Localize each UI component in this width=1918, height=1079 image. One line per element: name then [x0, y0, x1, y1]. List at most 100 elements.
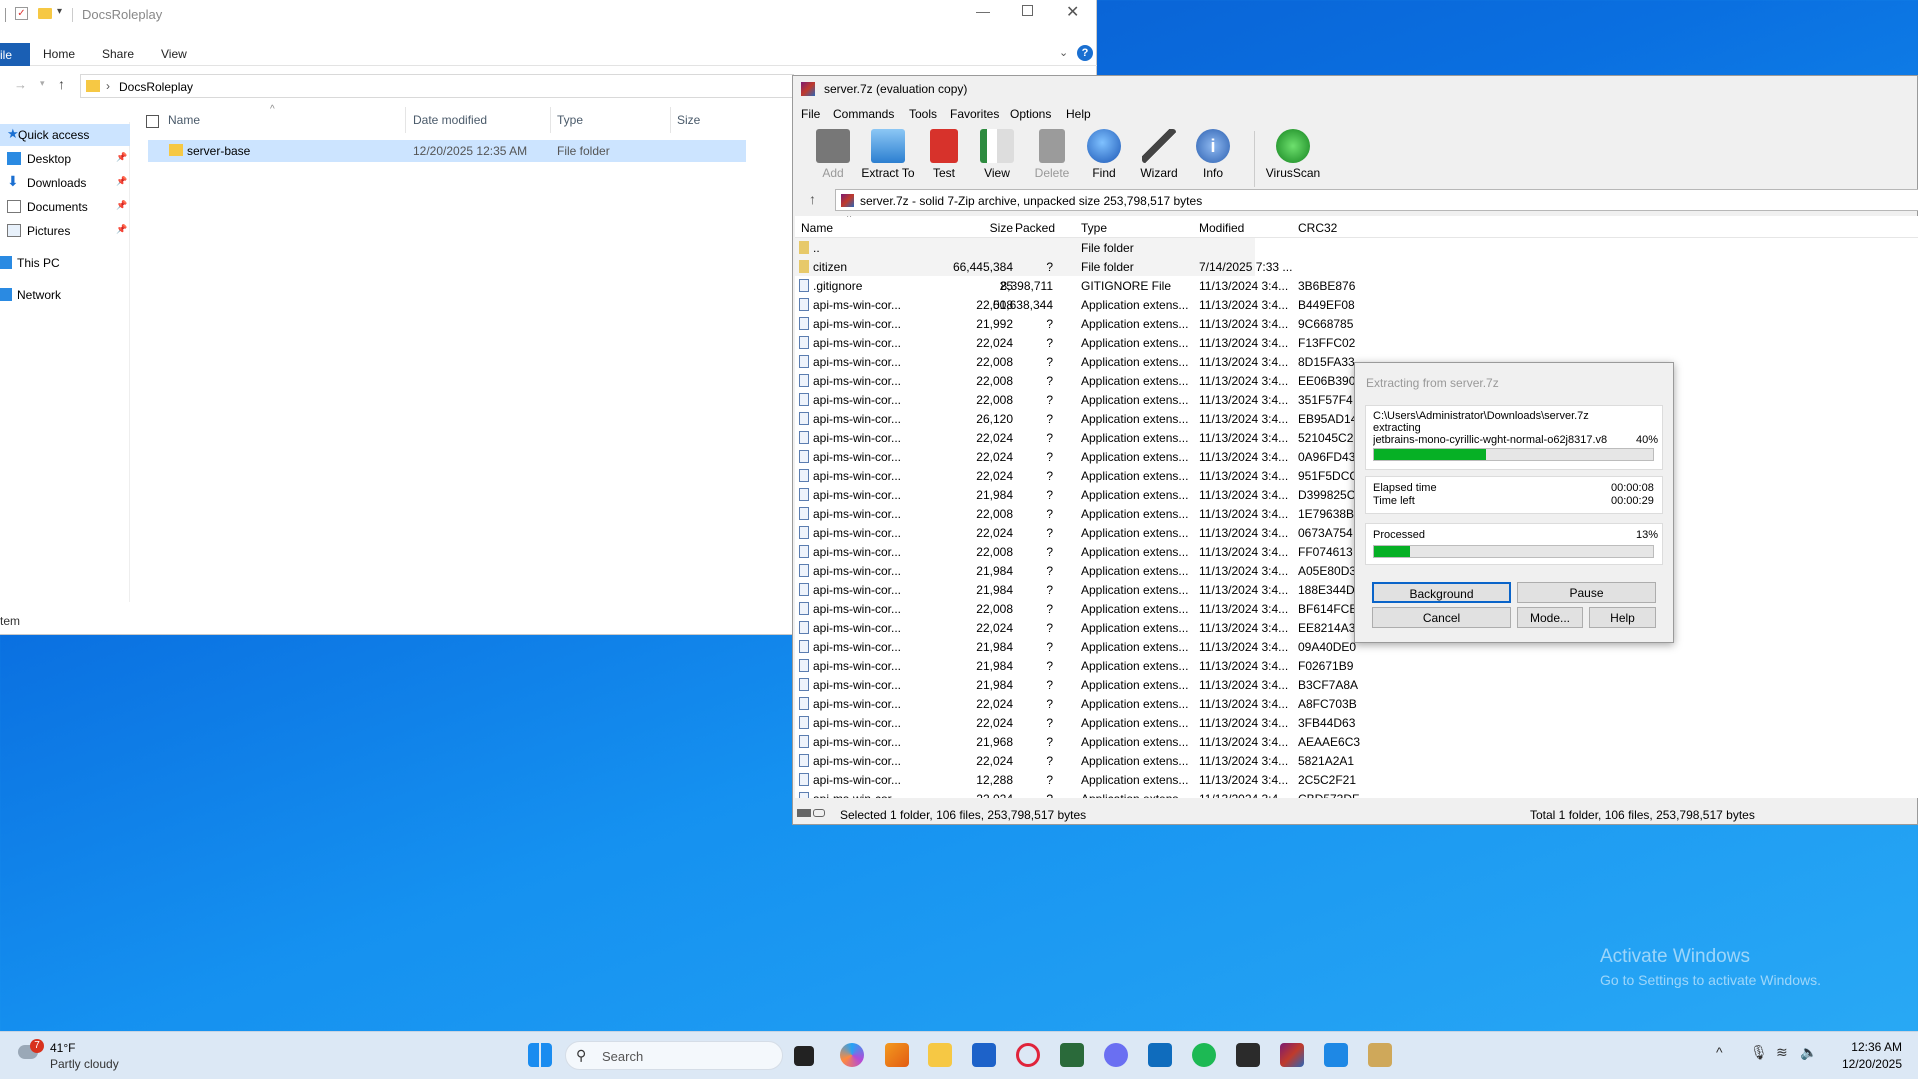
- file-explorer-icon[interactable]: [928, 1043, 952, 1067]
- archive-row[interactable]: api-ms-win-cor...22,024?Application exte…: [795, 466, 1358, 485]
- toolbar-delete-button[interactable]: Delete: [1024, 129, 1080, 189]
- pin-icon[interactable]: 📌: [116, 176, 127, 187]
- archive-row[interactable]: .. File folder: [795, 238, 1255, 257]
- help-icon[interactable]: ?: [1077, 45, 1093, 61]
- address-bar[interactable]: › DocsRoleplay: [80, 74, 794, 98]
- archive-row[interactable]: api-ms-win-cor... 22,008? Application exte…: [795, 371, 1355, 390]
- archive-row[interactable]: api-ms-win-cor... 22,008? Application exte…: [795, 352, 1355, 371]
- pin-icon[interactable]: 📌: [116, 200, 127, 211]
- archive-row[interactable]: api-ms-win-cor... 22,008 51,638,344 Applica…: [795, 295, 1355, 314]
- toolbar-test-button[interactable]: Test: [916, 129, 972, 189]
- pause-button[interactable]: Pause: [1517, 582, 1656, 603]
- opera-icon[interactable]: [1016, 1043, 1040, 1067]
- new-folder-icon[interactable]: [38, 8, 52, 19]
- menu-commands[interactable]: Commands: [833, 107, 894, 121]
- column-header-type[interactable]: Type: [1081, 221, 1107, 235]
- archive-row[interactable]: api-ms-win-cor...22,024?Application exte…: [795, 447, 1355, 466]
- tab-share[interactable]: Share: [102, 47, 134, 61]
- column-divider[interactable]: [550, 107, 551, 133]
- tab-view[interactable]: View: [161, 47, 187, 61]
- archive-row[interactable]: api-ms-win-cor...22,024?Application exte…: [795, 713, 1355, 732]
- archive-row[interactable]: api-ms-win-cor...22,024?Application exte…: [795, 333, 1355, 352]
- archive-row[interactable]: api-ms-win-cor... 21,968? Application exte…: [795, 732, 1360, 751]
- archive-row[interactable]: api-ms-win-cor... 22,008? Application exte…: [795, 390, 1355, 409]
- outlook-icon[interactable]: [1148, 1043, 1172, 1067]
- column-divider[interactable]: [670, 107, 671, 133]
- column-header-type[interactable]: Type: [557, 113, 583, 127]
- toolbar-info-button[interactable]: i Info: [1185, 129, 1241, 189]
- column-divider[interactable]: [405, 107, 406, 133]
- column-header-name[interactable]: Name: [168, 113, 200, 127]
- cancel-button[interactable]: Cancel: [1372, 607, 1511, 628]
- customize-toolbar-icon[interactable]: ▾: [57, 6, 62, 17]
- show-hidden-icons-chevron-icon[interactable]: ^: [1716, 1044, 1723, 1060]
- toolbar-add-button[interactable]: Add: [805, 129, 861, 189]
- nav-pictures[interactable]: Pictures 📌: [0, 220, 130, 242]
- archive-row[interactable]: api-ms-win-cor...22,024?Application exte…: [795, 751, 1355, 770]
- archive-row[interactable]: api-ms-win-cor... 21,984? Application exte…: [795, 637, 1356, 656]
- archive-path-bar[interactable]: server.7z - solid 7-Zip archive, unpacke…: [835, 189, 1918, 211]
- discord-icon[interactable]: [1104, 1043, 1128, 1067]
- help-button[interactable]: Help: [1589, 607, 1656, 628]
- tab-file[interactable]: ile: [0, 43, 30, 66]
- archive-row[interactable]: api-ms-win-cor... 26,120? Application exte…: [795, 409, 1357, 428]
- recent-locations-icon[interactable]: ▾: [40, 78, 45, 89]
- app-icon[interactable]: [1060, 1043, 1084, 1067]
- store-icon[interactable]: [972, 1043, 996, 1067]
- menu-options[interactable]: Options: [1010, 107, 1051, 121]
- toolbar-view-button[interactable]: View: [969, 129, 1025, 189]
- spotify-icon[interactable]: [1192, 1043, 1216, 1067]
- archive-row[interactable]: api-ms-win-cor... 21,984? Application exte…: [795, 485, 1355, 504]
- forward-arrow-icon[interactable]: →: [14, 77, 27, 92]
- maximize-button[interactable]: [1022, 5, 1033, 16]
- minimize-button[interactable]: —: [976, 3, 990, 19]
- archive-row[interactable]: api-ms-win-cor... 22,008? Application exte…: [795, 599, 1357, 618]
- menu-favorites[interactable]: Favorites: [950, 107, 999, 121]
- column-header-size[interactable]: Size: [973, 221, 1013, 235]
- column-header-packed[interactable]: Packed: [1015, 221, 1055, 235]
- pin-icon[interactable]: 📌: [116, 152, 127, 163]
- toolbar-virusscan-button[interactable]: VirusScan: [1261, 129, 1325, 189]
- archive-row[interactable]: api-ms-win-cor... 21,984? Application exte…: [795, 580, 1355, 599]
- background-button[interactable]: Background: [1372, 582, 1511, 603]
- pin-icon[interactable]: 📌: [116, 224, 127, 235]
- archive-row[interactable]: api-ms-win-cor... 22,008? Application exte…: [795, 504, 1355, 523]
- menu-tools[interactable]: Tools: [909, 107, 937, 121]
- menu-file[interactable]: File: [801, 107, 820, 121]
- archive-row[interactable]: .gitignore 25 8,398,711 GITIGNORE File 11/13…: [795, 276, 1355, 295]
- archive-row[interactable]: api-ms-win-cor... 21,992? Application exte…: [795, 314, 1355, 333]
- nav-documents[interactable]: Documents 📌: [0, 196, 130, 218]
- app-icon[interactable]: [885, 1043, 909, 1067]
- taskbar-search-box[interactable]: ⚲ Search: [565, 1041, 783, 1070]
- nav-network[interactable]: Network: [0, 284, 130, 306]
- nav-this-pc[interactable]: This PC: [0, 252, 130, 274]
- select-all-checkbox[interactable]: [146, 115, 159, 128]
- nav-quick-access[interactable]: ★ Quick access: [0, 124, 130, 146]
- archive-row[interactable]: api-ms-win-cor... 21,984? Application exte…: [795, 561, 1356, 580]
- volume-icon[interactable]: 🔈: [1800, 1044, 1817, 1061]
- archive-row[interactable]: api-ms-win-cor... 12,288? Application exte…: [795, 770, 1356, 789]
- archive-row[interactable]: api-ms-win-cor... 22,008? Application exte…: [795, 542, 1355, 561]
- start-windows-icon[interactable]: [528, 1043, 552, 1067]
- toolbar-extract-button[interactable]: Extract To: [857, 129, 919, 189]
- menu-help[interactable]: Help: [1066, 107, 1091, 121]
- terminal-icon[interactable]: [1236, 1043, 1260, 1067]
- archiver-taskbar-icon[interactable]: [1280, 1043, 1304, 1067]
- clock-date[interactable]: 12/20/2025: [1836, 1057, 1902, 1071]
- toolbar-find-button[interactable]: Find: [1076, 129, 1132, 189]
- tab-home[interactable]: Home: [43, 47, 75, 61]
- column-header-crc32[interactable]: CRC32: [1298, 221, 1337, 235]
- archive-row[interactable]: api-ms-win-cor...22,024?Application exte…: [795, 618, 1355, 637]
- column-header-size[interactable]: Size: [677, 113, 700, 127]
- up-level-icon[interactable]: ↑: [809, 191, 816, 207]
- expand-ribbon-icon[interactable]: ⌄: [1059, 46, 1068, 59]
- archive-row[interactable]: api-ms-win-cor...22,024?Application exte…: [795, 523, 1355, 542]
- vscode-icon[interactable]: [1324, 1043, 1348, 1067]
- microphone-icon[interactable]: 🎙: [1750, 1044, 1768, 1061]
- nav-downloads[interactable]: ⬇ Downloads 📌: [0, 172, 130, 194]
- wifi-icon[interactable]: ≋: [1776, 1044, 1788, 1061]
- properties-icon[interactable]: ✓: [15, 7, 28, 20]
- task-view-icon[interactable]: [794, 1046, 814, 1066]
- archive-row[interactable]: api-ms-win-cor...22,024?Application exte…: [795, 694, 1357, 713]
- toolbar-wizard-button[interactable]: Wizard: [1131, 129, 1187, 189]
